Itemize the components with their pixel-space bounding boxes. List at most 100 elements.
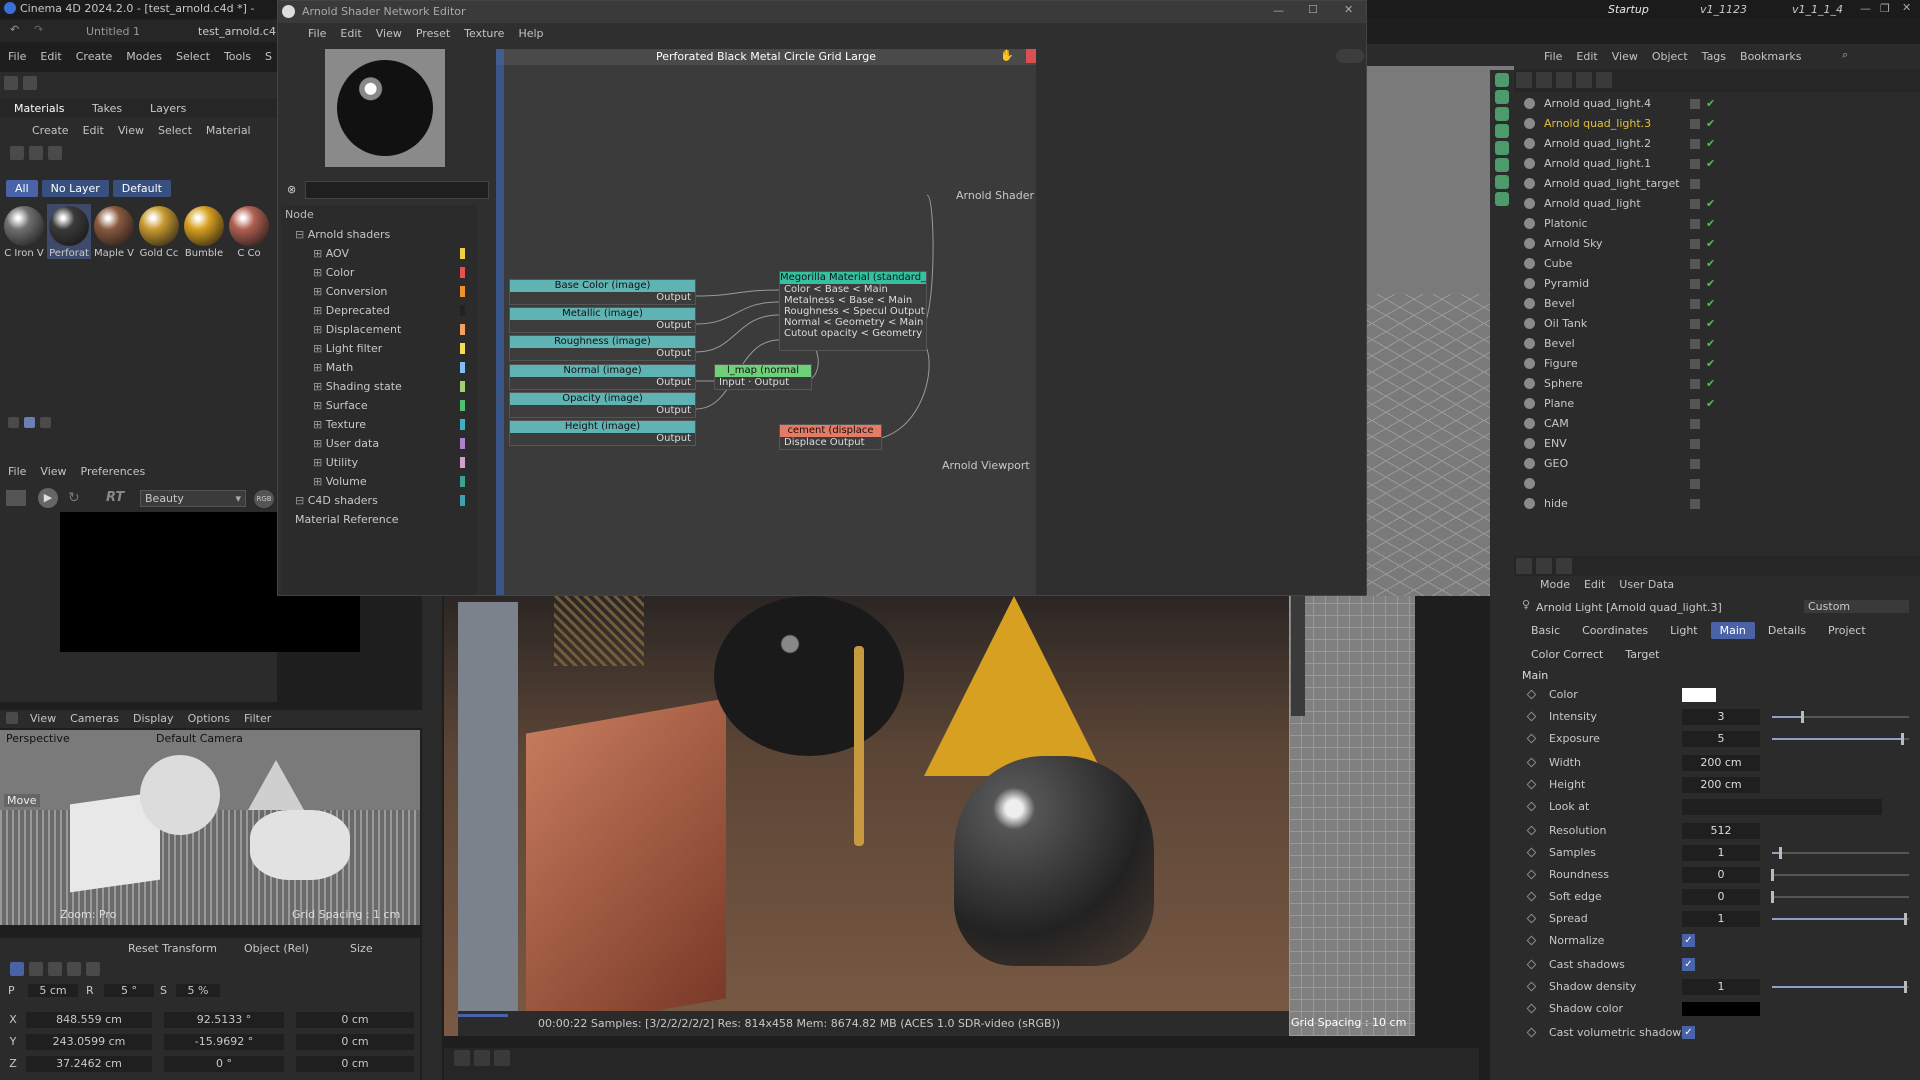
se-menu-file[interactable]: File xyxy=(308,27,326,40)
expand-icon[interactable]: ⊞ xyxy=(313,380,326,393)
rgb-button[interactable]: RGB xyxy=(254,490,274,508)
rt-button[interactable]: RT xyxy=(106,490,124,505)
doc-tab-test-arnold[interactable]: test_arnold.c4 xyxy=(198,25,276,38)
visibility-dots-icon[interactable] xyxy=(1690,99,1700,109)
visibility-dots-icon[interactable] xyxy=(1690,239,1700,249)
property-value-input[interactable]: 200 cm xyxy=(1682,777,1760,793)
film-icon[interactable] xyxy=(6,490,26,506)
attr-menu-edit[interactable]: Edit xyxy=(1584,578,1605,591)
expand-icon[interactable]: ⊞ xyxy=(313,285,326,298)
node-category[interactable]: ⊞ Math xyxy=(281,358,477,377)
om-menu-bookmarks[interactable]: Bookmarks xyxy=(1740,50,1801,63)
filter-default[interactable]: Default xyxy=(112,180,171,197)
visibility-dots-icon[interactable] xyxy=(1690,159,1700,169)
tool-icon[interactable] xyxy=(1495,73,1509,87)
slider-knob[interactable] xyxy=(1901,733,1905,745)
om-tool-icon[interactable] xyxy=(1516,72,1532,88)
node-io-ports[interactable]: Input · Output xyxy=(715,377,811,388)
node-io-ports[interactable]: Displace Output xyxy=(780,437,881,448)
coord-rot-field[interactable]: 92.5133 ° xyxy=(164,1012,284,1028)
om-tool-icon[interactable] xyxy=(1596,72,1612,88)
node-base-color[interactable]: Base Color (image) Output xyxy=(509,279,696,305)
tool-icon[interactable] xyxy=(1495,192,1509,206)
play-forward-icon[interactable] xyxy=(494,1050,510,1066)
mat-menu-view[interactable]: View xyxy=(118,124,144,137)
expand-icon[interactable]: ⊟ xyxy=(295,228,308,241)
node-category[interactable]: ⊞ Surface xyxy=(281,396,477,415)
tab-materials[interactable]: Materials xyxy=(14,102,64,115)
vp-camera-label[interactable]: Default Camera xyxy=(156,732,243,745)
tab-startup[interactable]: Startup xyxy=(1608,3,1649,16)
render-preset-select[interactable]: Beauty ▾ xyxy=(140,490,246,507)
node-category[interactable]: ⊞ Conversion xyxy=(281,282,477,301)
tool-icon[interactable] xyxy=(1495,158,1509,172)
attr-menu-user-data[interactable]: User Data xyxy=(1619,578,1674,591)
node-category[interactable]: ⊞ Texture xyxy=(281,415,477,434)
main-viewport[interactable]: 00:00:22 Samples: [3/2/2/2/2/2] Res: 814… xyxy=(444,596,1289,1036)
vp-menu-filter[interactable]: Filter xyxy=(244,712,271,725)
keyframe-diamond-icon[interactable] xyxy=(1526,913,1537,924)
coord-size-select[interactable]: Size xyxy=(350,942,373,955)
property-slider[interactable] xyxy=(1772,913,1909,925)
node-roughness[interactable]: Roughness (image) Output xyxy=(509,335,696,361)
attr-tab-main[interactable]: Main xyxy=(1710,622,1755,639)
arrow-icon[interactable] xyxy=(29,146,43,160)
key-icon[interactable] xyxy=(474,1050,490,1066)
vp-menu-view[interactable]: View xyxy=(30,712,56,725)
mat-port-metalness[interactable]: Metalness < Base < Main xyxy=(780,295,926,306)
object-row[interactable]: GEO xyxy=(1514,454,1920,474)
keyframe-diamond-icon[interactable] xyxy=(1526,711,1537,722)
expand-icon[interactable]: ⊞ xyxy=(313,247,326,260)
property-value-input[interactable]: 0 xyxy=(1682,889,1760,905)
lock-icon[interactable] xyxy=(29,962,43,976)
node-output-port[interactable]: Output xyxy=(510,292,695,303)
visibility-dots-icon[interactable] xyxy=(1690,459,1700,469)
property-checkbox[interactable]: ✓ xyxy=(1682,934,1695,947)
coord-mode-select[interactable]: Object (Rel) xyxy=(244,942,309,955)
property-value-input[interactable]: 1 xyxy=(1682,979,1760,995)
enabled-check-icon[interactable]: ✔ xyxy=(1706,374,1715,394)
keyframe-diamond-icon[interactable] xyxy=(1526,825,1537,836)
vp-menu-display[interactable]: Display xyxy=(133,712,174,725)
s-step-input[interactable]: 5 % xyxy=(176,984,220,997)
p-step-input[interactable]: 5 cm xyxy=(28,984,78,997)
visibility-dots-icon[interactable] xyxy=(1690,119,1700,129)
material-swatch[interactable]: C Iron V xyxy=(2,204,46,259)
node-category[interactable]: ⊞ Volume xyxy=(281,472,477,491)
rotate-icon[interactable] xyxy=(67,962,81,976)
visibility-dots-icon[interactable] xyxy=(1690,199,1700,209)
vp-menu-options[interactable]: Options xyxy=(188,712,230,725)
object-row[interactable]: hide xyxy=(1514,494,1920,514)
minimize-icon[interactable]: — xyxy=(1860,2,1871,15)
object-row[interactable]: Figure ✔ xyxy=(1514,354,1920,374)
mat-menu-material[interactable]: Material xyxy=(206,124,251,137)
node-displacement[interactable]: cement (displace Displace Output xyxy=(779,424,882,450)
shadow-color-swatch[interactable] xyxy=(1682,1002,1760,1016)
enabled-check-icon[interactable]: ✔ xyxy=(1706,94,1715,114)
property-slider[interactable] xyxy=(1772,733,1909,745)
filter-no-layer[interactable]: No Layer xyxy=(41,180,109,197)
node-normal-map[interactable]: l_map (normal Input · Output xyxy=(714,364,812,390)
attr-tool-icon[interactable] xyxy=(1556,558,1572,574)
se-menu-edit[interactable]: Edit xyxy=(340,27,361,40)
node-category[interactable]: ⊞ User data xyxy=(281,434,477,453)
mat-port-normal[interactable]: Normal < Geometry < Main xyxy=(780,317,926,328)
om-tool-icon[interactable] xyxy=(1536,72,1552,88)
filter-all[interactable]: All xyxy=(6,180,38,197)
editor-minimize-icon[interactable]: — xyxy=(1273,4,1284,17)
visibility-dots-icon[interactable] xyxy=(1690,139,1700,149)
object-row[interactable]: Arnold quad_light.2 ✔ xyxy=(1514,134,1920,154)
material-swatch[interactable]: C Co xyxy=(227,204,271,259)
scale-icon[interactable] xyxy=(86,962,100,976)
object-row[interactable]: Arnold quad_light.1 ✔ xyxy=(1514,154,1920,174)
play-icon[interactable]: ▶ xyxy=(38,488,58,508)
om-menu-view[interactable]: View xyxy=(1612,50,1638,63)
property-value-input[interactable]: 1 xyxy=(1682,911,1760,927)
mat-port-color[interactable]: Color < Base < Main xyxy=(780,284,926,295)
object-row[interactable]: Plane ✔ xyxy=(1514,394,1920,414)
object-row[interactable]: Bevel ✔ xyxy=(1514,294,1920,314)
doc-tab-untitled[interactable]: Untitled 1 xyxy=(86,25,140,38)
node-normal[interactable]: Normal (image) Output xyxy=(509,364,696,390)
keyframe-diamond-icon[interactable] xyxy=(1526,757,1537,768)
tool-icon[interactable] xyxy=(1495,141,1509,155)
